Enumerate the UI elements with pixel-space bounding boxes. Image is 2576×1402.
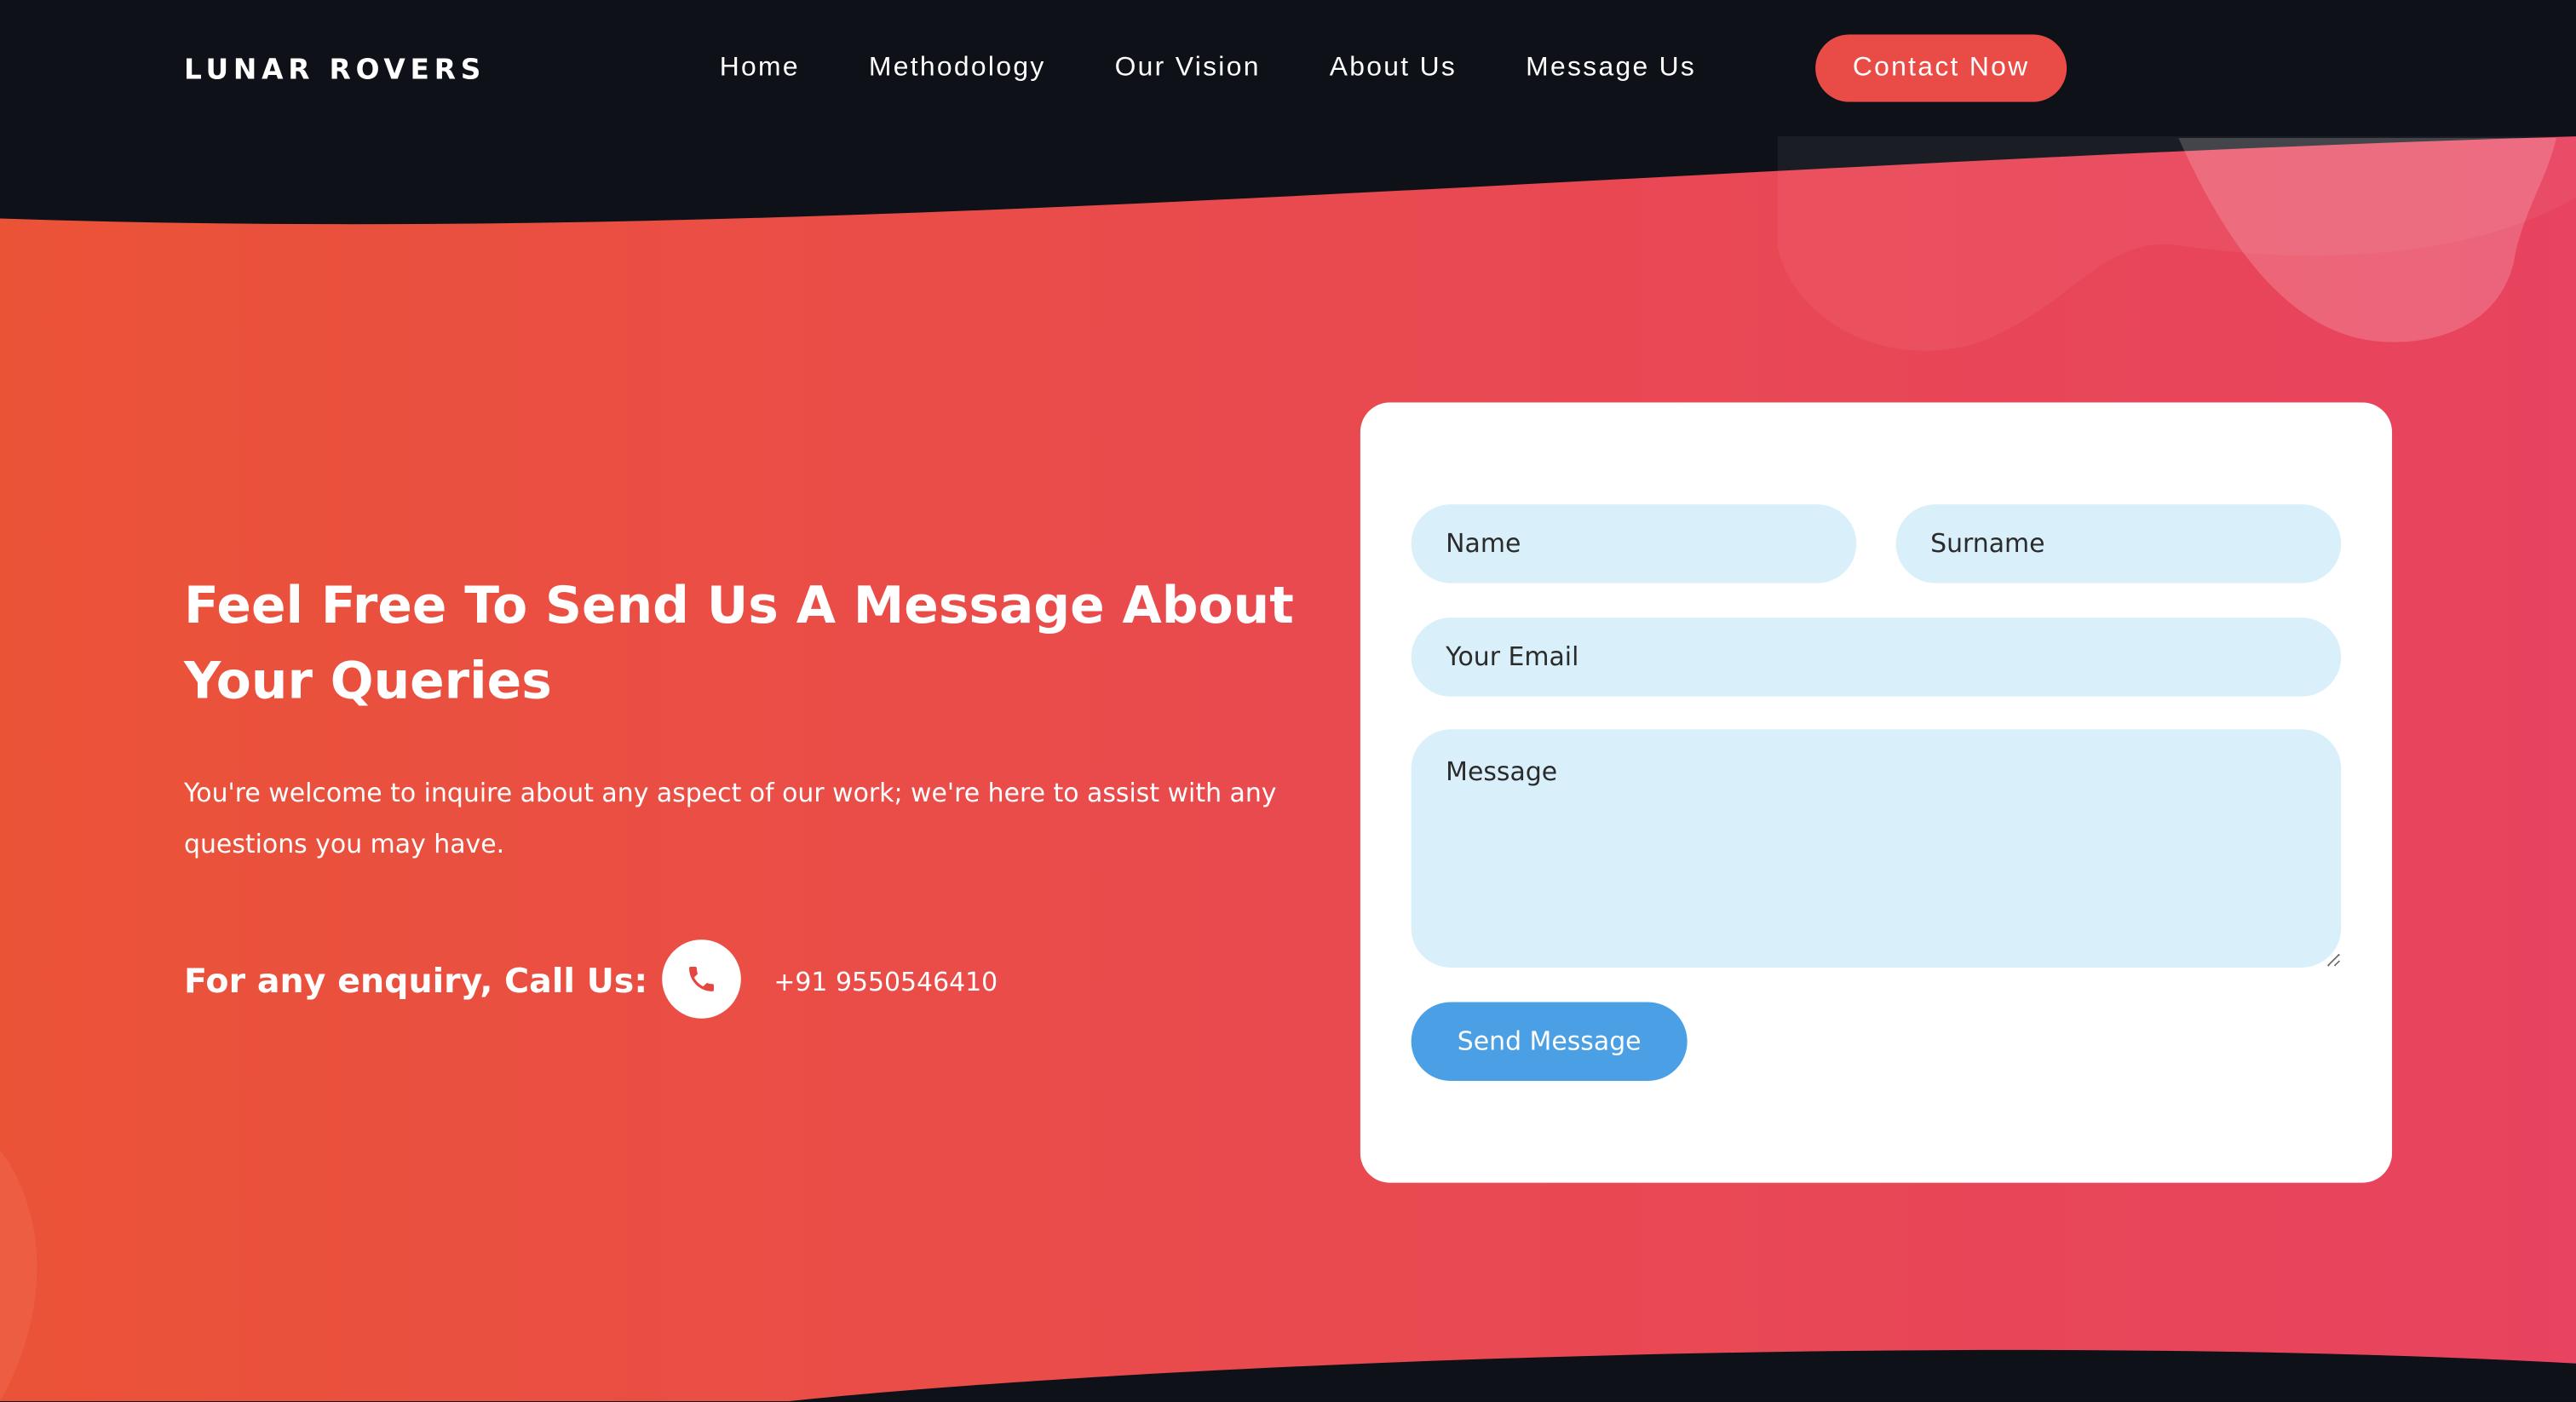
enquiry-label: For any enquiry, Call Us:	[184, 961, 648, 1001]
nav-item-home[interactable]: Home	[720, 51, 800, 84]
contact-form: Send Message	[1360, 402, 2393, 1183]
logo[interactable]: LUNAR ROVERS	[184, 55, 486, 88]
phone-icon[interactable]	[662, 939, 741, 1019]
section-description: You're welcome to inquire about any aspe…	[184, 779, 1277, 859]
nav-item-about-us[interactable]: About Us	[1330, 51, 1457, 84]
contact-now-button[interactable]: Contact Now	[1815, 34, 2067, 102]
section-heading: Feel Free To Send Us A Message About You…	[184, 576, 1294, 712]
page: LUNAR ROVERS Home Methodology Our Vision…	[0, 0, 2576, 1402]
email-input[interactable]	[1411, 618, 2342, 697]
send-message-button[interactable]: Send Message	[1411, 1002, 1688, 1082]
phone-icon-glyph	[689, 966, 714, 991]
nav-item-our-vision[interactable]: Our Vision	[1115, 51, 1261, 84]
nav-item-methodology[interactable]: Methodology	[869, 51, 1046, 84]
name-input[interactable]	[1411, 504, 1857, 583]
top-navigation: LUNAR ROVERS Home Methodology Our Vision…	[0, 0, 2576, 138]
phone-number[interactable]: +91 9550546410	[773, 966, 998, 999]
message-textarea[interactable]	[1411, 729, 2342, 968]
nav-item-message-us[interactable]: Message Us	[1526, 51, 1696, 84]
surname-input[interactable]	[1895, 504, 2342, 583]
nav-menu: Home Methodology Our Vision About Us Mes…	[720, 51, 1696, 84]
